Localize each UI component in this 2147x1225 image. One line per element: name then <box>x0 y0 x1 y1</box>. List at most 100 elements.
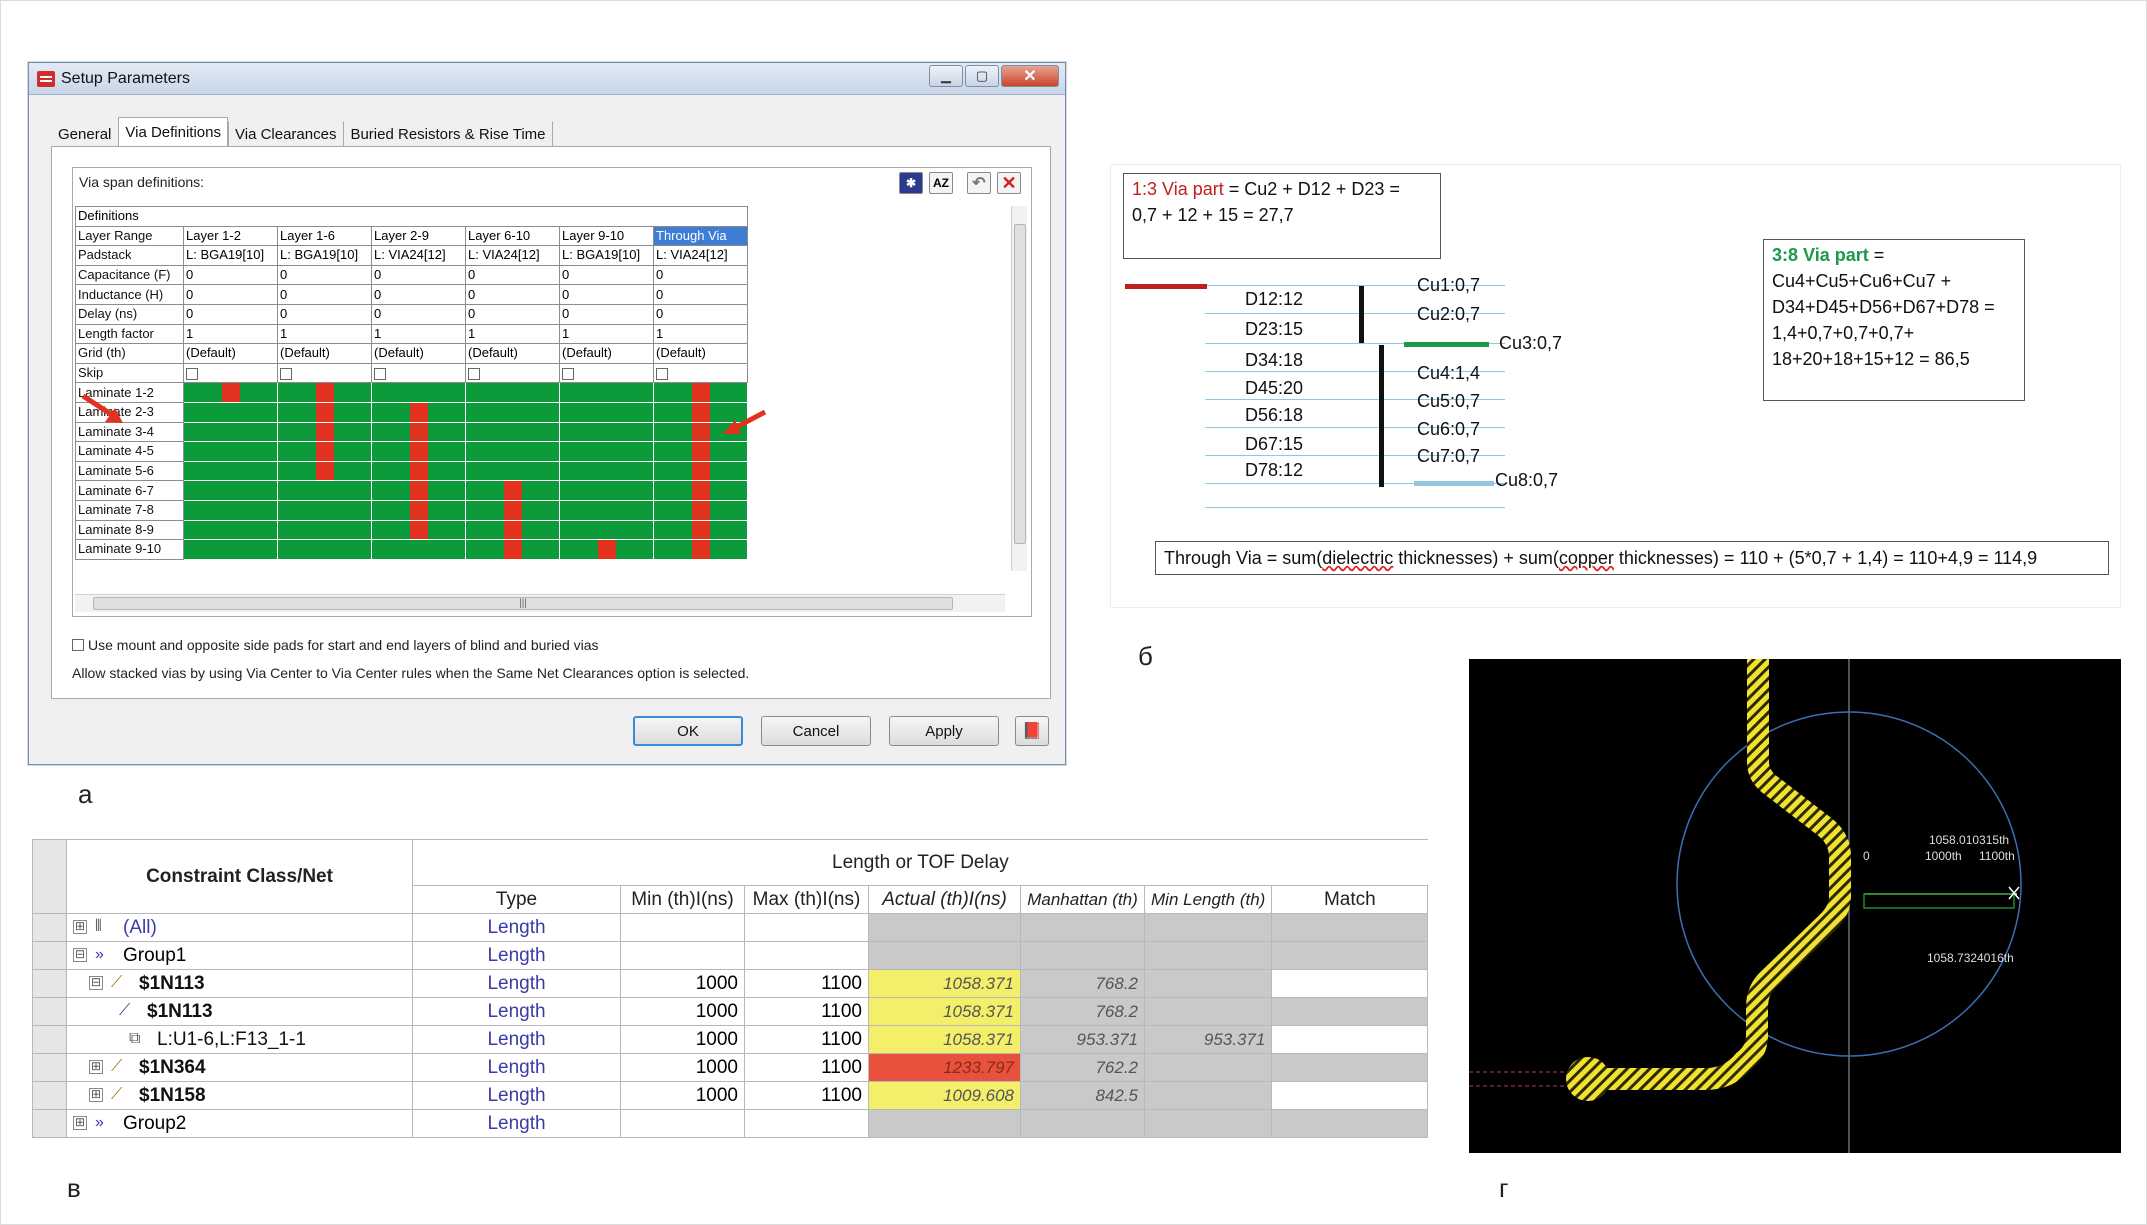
span-cell[interactable] <box>183 499 278 521</box>
span-cell[interactable] <box>465 441 560 462</box>
row-name-cell[interactable]: ⊟ ⟋ $1N113 <box>66 969 413 998</box>
cell-padstack[interactable]: L: VIA24[12] <box>371 245 466 266</box>
cell-grid[interactable]: (Default) <box>559 343 654 364</box>
span-cell[interactable] <box>183 441 278 462</box>
span-cell[interactable] <box>277 441 372 462</box>
tab-buried-resistors[interactable]: Buried Resistors & Rise Time <box>343 121 553 148</box>
row-min[interactable]: 1000 <box>620 1053 745 1082</box>
table-row[interactable]: ⧉ L:U1-6,L:F13_1-1 Length 1000 1100 1058.… <box>32 1025 1429 1054</box>
col-class-net[interactable]: Constraint Class/Net <box>66 839 413 914</box>
row-type[interactable]: Length <box>412 1025 621 1054</box>
span-cell[interactable] <box>371 519 466 541</box>
cell-delay[interactable]: 0 <box>559 303 654 325</box>
row-min[interactable]: 1000 <box>620 969 745 998</box>
span-cell[interactable] <box>559 401 654 423</box>
row-max[interactable] <box>744 941 869 970</box>
row-min[interactable] <box>620 941 745 970</box>
row-match[interactable] <box>1271 941 1429 970</box>
vertical-scrollbar[interactable] <box>1011 206 1027 571</box>
cell-padstack[interactable]: L: BGA19[10] <box>277 245 372 266</box>
span-cell[interactable] <box>277 499 372 521</box>
cell-grid[interactable]: (Default) <box>183 343 278 364</box>
span-cell[interactable] <box>653 519 748 541</box>
collapse-icon[interactable]: ⊟ <box>89 976 103 991</box>
row-name-cell[interactable]: ⊞ ⟋ $1N364 <box>66 1053 413 1082</box>
cell-cap[interactable]: 0 <box>653 264 748 286</box>
tab-general[interactable]: General <box>51 121 118 148</box>
layout-view[interactable]: 1058.010315th 1000th 1100th 0 1058.73240… <box>1469 659 2121 1153</box>
row-min[interactable]: 1000 <box>620 1081 745 1110</box>
cell-ind[interactable]: 0 <box>371 284 466 305</box>
span-cell[interactable] <box>183 460 278 482</box>
span-cell[interactable] <box>371 382 466 403</box>
cell-length-factor[interactable]: 1 <box>371 323 466 345</box>
row-match[interactable] <box>1271 969 1429 998</box>
span-cell[interactable] <box>653 441 748 462</box>
cell-delay[interactable]: 0 <box>653 303 748 325</box>
span-cell[interactable] <box>653 460 748 482</box>
row-max[interactable]: 1100 <box>744 1081 869 1110</box>
cell-range[interactable]: Layer 1-6 <box>277 225 372 247</box>
row-min[interactable] <box>620 1109 745 1138</box>
span-cell[interactable] <box>653 499 748 521</box>
cell-cap[interactable]: 0 <box>183 264 278 286</box>
tab-via-definitions[interactable]: Via Definitions <box>118 117 228 148</box>
cell-length-factor[interactable]: 1 <box>183 323 278 345</box>
cell-length-factor[interactable]: 1 <box>277 323 372 345</box>
expand-icon[interactable]: ⊞ <box>89 1060 103 1075</box>
span-cell[interactable] <box>559 539 654 560</box>
row-min[interactable] <box>620 913 745 942</box>
horizontal-scrollbar[interactable]: ||| <box>75 594 1005 612</box>
span-cell[interactable] <box>277 401 372 423</box>
row-name-cell[interactable]: ⊞ ⫴ (All) <box>66 913 413 942</box>
span-cell[interactable] <box>559 499 654 521</box>
span-cell[interactable] <box>371 499 466 521</box>
span-cell[interactable] <box>371 441 466 462</box>
minimize-button[interactable]: ▁ <box>929 65 963 87</box>
skip-checkbox[interactable] <box>656 367 668 380</box>
col-manhattan[interactable]: Manhattan (th) <box>1020 885 1145 914</box>
row-max[interactable] <box>744 1109 869 1138</box>
skip-checkbox[interactable] <box>468 367 480 380</box>
mount-pads-checkbox[interactable] <box>72 639 84 651</box>
col-min-length[interactable]: Min Length (th) <box>1143 885 1273 914</box>
cell-range[interactable]: Layer 9-10 <box>559 225 654 247</box>
row-max[interactable]: 1100 <box>744 969 869 998</box>
row-type[interactable]: Length <box>412 1081 621 1110</box>
row-max[interactable]: 1100 <box>744 1053 869 1082</box>
row-name-cell[interactable]: ⊞ ⟋ $1N158 <box>66 1081 413 1110</box>
table-row[interactable]: ⟋ $1N113 Length 1000 1100 1058.371 768.2 <box>32 997 1429 1026</box>
span-cell[interactable] <box>559 441 654 462</box>
row-match[interactable] <box>1271 1081 1429 1110</box>
span-cell[interactable] <box>183 421 278 443</box>
cell-delay[interactable]: 0 <box>183 303 278 325</box>
cell-padstack[interactable]: L: BGA19[10] <box>183 245 278 266</box>
cell-padstack[interactable]: L: VIA24[12] <box>653 245 748 266</box>
table-row[interactable]: ⊟ » Group1 Length <box>32 941 1429 970</box>
span-cell[interactable] <box>371 401 466 423</box>
span-cell[interactable] <box>277 480 372 501</box>
row-name-cell[interactable]: ⊞ » Group2 <box>66 1109 413 1138</box>
cell-ind[interactable]: 0 <box>183 284 278 305</box>
span-cell[interactable] <box>465 421 560 443</box>
cell-padstack[interactable]: L: VIA24[12] <box>465 245 560 266</box>
cell-length-factor[interactable]: 1 <box>559 323 654 345</box>
skip-checkbox[interactable] <box>562 367 574 380</box>
sort-az-icon[interactable]: AZ <box>929 172 953 194</box>
apply-button[interactable]: Apply <box>889 716 999 746</box>
span-cell[interactable] <box>183 539 278 560</box>
span-cell[interactable] <box>559 460 654 482</box>
span-cell[interactable] <box>465 499 560 521</box>
cancel-button[interactable]: Cancel <box>761 716 871 746</box>
col-min[interactable]: Min (th)I(ns) <box>620 885 745 914</box>
cell-ind[interactable]: 0 <box>653 284 748 305</box>
cell-ind[interactable]: 0 <box>277 284 372 305</box>
wand-icon[interactable]: ✱ <box>899 172 923 194</box>
table-row[interactable]: ⊞ » Group2 Length <box>32 1109 1429 1138</box>
row-type[interactable]: Length <box>412 913 621 942</box>
row-max[interactable]: 1100 <box>744 1025 869 1054</box>
span-cell[interactable] <box>465 460 560 482</box>
row-type[interactable]: Length <box>412 1053 621 1082</box>
span-cell[interactable] <box>277 539 372 560</box>
table-row[interactable]: ⊞ ⫴ (All) Length <box>32 913 1429 942</box>
